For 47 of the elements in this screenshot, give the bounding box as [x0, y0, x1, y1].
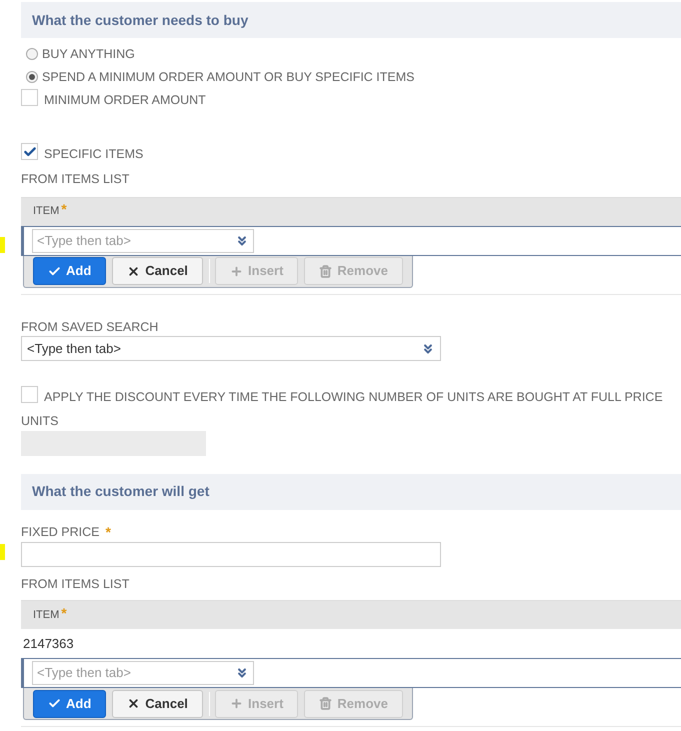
table-cell-text: 2147363 — [22, 634, 75, 653]
double-chevron-icon — [421, 342, 435, 356]
radio-button[interactable] — [26, 48, 38, 60]
required-mark: * — [61, 604, 67, 622]
radio-label: BUY ANYTHING — [42, 48, 135, 60]
field-label: FIXED PRICE — [21, 526, 100, 538]
double-chevron-icon — [235, 666, 249, 680]
radio-button[interactable] — [26, 70, 38, 83]
cancel-button[interactable]: Cancel — [112, 690, 203, 718]
checkbox-label: MINIMUM ORDER AMOUNT — [44, 94, 206, 106]
required-mark: * — [106, 524, 111, 538]
column-header: ITEM* — [21, 600, 681, 629]
highlight-marker — [0, 237, 5, 253]
field-label: FROM ITEMS LIST — [21, 173, 130, 186]
check-icon — [22, 144, 36, 158]
checkbox[interactable] — [21, 386, 38, 403]
field-label: FROM SAVED SEARCH — [21, 320, 160, 333]
double-chevron-icon — [235, 234, 249, 248]
checkbox[interactable] — [21, 143, 38, 160]
field-label: UNITS — [21, 415, 60, 428]
add-button[interactable]: Add — [33, 257, 106, 285]
plus-icon — [230, 697, 244, 710]
add-button[interactable]: Add — [33, 690, 106, 718]
close-icon — [127, 264, 140, 278]
checkbox-label: APPLY THE DISCOUNT EVERY TIME THE FOLLOWING NUMBER OF UNITS ARE BOUGHT AT FULL PRICE — [44, 390, 663, 403]
close-icon — [127, 697, 140, 710]
check-icon — [48, 697, 61, 710]
check-icon — [48, 264, 61, 278]
section-header: What the customer needs to buy — [21, 2, 681, 38]
item-select[interactable]: <Type then tab> — [32, 661, 254, 685]
item-select[interactable]: <Type then tab> — [32, 228, 254, 252]
trash-icon — [319, 697, 332, 710]
required-mark: * — [61, 200, 67, 219]
checkbox[interactable] — [21, 89, 38, 106]
radio-label: SPEND A MINIMUM ORDER AMOUNT OR BUY SPECIFIC ITEMS — [42, 70, 415, 83]
fixed-price-field[interactable] — [21, 542, 441, 566]
column-header: ITEM* — [21, 196, 681, 226]
trash-icon — [319, 264, 332, 278]
highlight-marker — [0, 544, 5, 560]
item-input[interactable]: <Type then tab> — [37, 230, 217, 250]
checkbox-label: SPECIFIC ITEMS — [44, 148, 144, 160]
section-header: What the customer will get — [21, 474, 681, 510]
plus-icon — [230, 264, 244, 278]
cancel-button[interactable]: Cancel — [112, 257, 203, 285]
item-input[interactable]: <Type then tab> — [37, 663, 217, 683]
saved-search-select[interactable]: <Type then tab> — [21, 336, 441, 361]
field-label: FROM ITEMS LIST — [21, 578, 130, 590]
